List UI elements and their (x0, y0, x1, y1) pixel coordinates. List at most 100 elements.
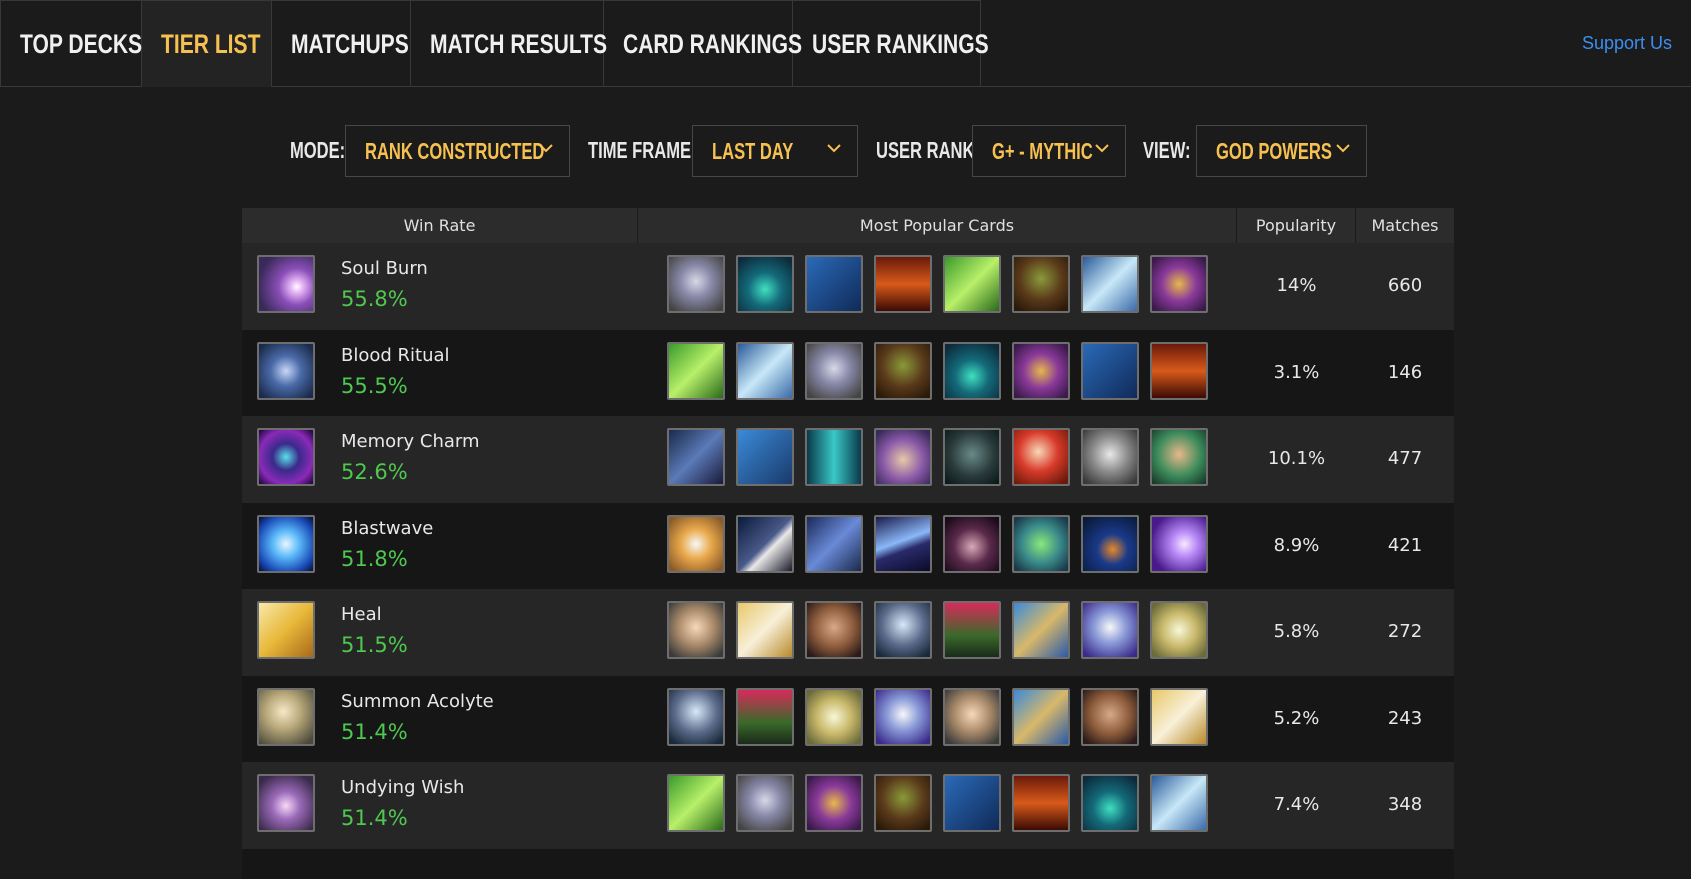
mode-select[interactable]: RANK CONSTRUCTED (345, 125, 570, 177)
tab-label: MATCHUPS (291, 28, 409, 59)
card-thumbnail[interactable] (736, 514, 794, 573)
card-thumbnail[interactable] (1012, 514, 1070, 573)
view-select[interactable]: GOD POWERS (1196, 125, 1367, 177)
card-thumbnail[interactable] (1150, 687, 1208, 746)
card-thumbnail[interactable] (874, 428, 932, 486)
card-thumbnail[interactable] (874, 774, 932, 832)
user-rank-label-text: USER RANK: (876, 137, 980, 163)
card-thumbnail[interactable] (943, 428, 1001, 486)
table-row[interactable]: Blastwave 51.8% 8.9% 421 (242, 502, 1454, 589)
deck-name[interactable]: Blood Ritual (341, 345, 450, 366)
tab-matchups[interactable]: MATCHUPS (271, 0, 411, 87)
tab-label: USER RANKINGS (812, 28, 989, 59)
tab-label: TIER LIST (161, 28, 261, 59)
card-thumbnail[interactable] (874, 514, 932, 573)
card-thumbnail[interactable] (1150, 514, 1208, 573)
table-row[interactable]: Soul Burn 55.8% 14% 660 (242, 243, 1454, 330)
card-thumbnail[interactable] (1081, 687, 1139, 746)
card-thumbnail[interactable] (667, 601, 725, 659)
card-thumbnail[interactable] (667, 341, 725, 400)
tab-tier-list[interactable]: TIER LIST (141, 0, 272, 87)
time-frame-select[interactable]: LAST DAY (692, 125, 858, 177)
card-thumbnail[interactable] (1081, 428, 1139, 486)
card-thumbnail[interactable] (736, 428, 794, 486)
card-thumbnail[interactable] (805, 774, 863, 832)
card-thumbnail[interactable] (1012, 428, 1070, 486)
deck-name[interactable]: Summon Acolyte (341, 691, 494, 712)
deck-name[interactable]: Undying Wish (341, 777, 464, 798)
header-popularity[interactable]: Popularity (1237, 208, 1356, 243)
tab-card-rankings[interactable]: CARD RANKINGS (603, 0, 802, 87)
deck-popularity: 14% (1276, 275, 1317, 296)
card-thumbnail[interactable] (943, 255, 1001, 313)
blastwave-icon (257, 514, 315, 573)
card-thumbnail[interactable] (736, 255, 794, 313)
deck-matches: 477 (1387, 448, 1423, 469)
card-thumbnail[interactable] (874, 255, 932, 313)
card-thumbnail[interactable] (805, 255, 863, 313)
deck-name[interactable]: Soul Burn (341, 258, 428, 279)
card-thumbnail[interactable] (1150, 428, 1208, 486)
card-thumbnail[interactable] (1012, 687, 1070, 746)
user-rank-select[interactable]: G+ - MYTHIC (972, 125, 1126, 177)
support-us-link[interactable]: Support Us (1582, 33, 1672, 54)
card-thumbnail[interactable] (874, 341, 932, 400)
card-thumbnail[interactable] (1012, 255, 1070, 313)
card-thumbnail[interactable] (943, 514, 1001, 573)
card-thumbnail[interactable] (1012, 601, 1070, 659)
card-thumbnail[interactable] (667, 514, 725, 573)
header-win-rate[interactable]: Win Rate (242, 208, 638, 243)
card-thumbnail[interactable] (1081, 601, 1139, 659)
card-thumbnail[interactable] (736, 601, 794, 659)
header-matches[interactable]: Matches (1356, 208, 1454, 243)
tab-match-results[interactable]: MATCH RESULTS (410, 0, 607, 87)
card-thumbnail[interactable] (805, 687, 863, 746)
deck-matches: 660 (1387, 275, 1423, 296)
table-row[interactable]: Undying Wish 51.4% 7.4% 348 (242, 762, 1454, 849)
table-row[interactable]: Blood Ritual 55.5% 3.1% 146 (242, 329, 1454, 416)
view-label-text: VIEW: (1143, 137, 1191, 163)
tab-top-decks[interactable]: TOP DECKS (0, 0, 142, 87)
card-thumbnail[interactable] (805, 514, 863, 573)
table-row[interactable]: Heal 51.5% 5.8% 272 (242, 589, 1454, 676)
card-thumbnail[interactable] (943, 687, 1001, 746)
card-list (667, 428, 1219, 486)
deck-name[interactable]: Heal (341, 604, 382, 625)
deck-name[interactable]: Memory Charm (341, 431, 480, 452)
card-thumbnail[interactable] (1012, 341, 1070, 400)
card-thumbnail[interactable] (943, 601, 1001, 659)
card-thumbnail[interactable] (667, 428, 725, 486)
card-thumbnail[interactable] (736, 341, 794, 400)
card-thumbnail[interactable] (874, 601, 932, 659)
tab-user-rankings[interactable]: USER RANKINGS (792, 0, 989, 87)
card-thumbnail[interactable] (667, 687, 725, 746)
deck-win-rate: 51.8% (341, 546, 408, 571)
card-thumbnail[interactable] (736, 687, 794, 746)
card-thumbnail[interactable] (943, 774, 1001, 832)
table-row[interactable]: Memory Charm 52.6% 10.1% 477 (242, 416, 1454, 503)
card-thumbnail[interactable] (1150, 774, 1208, 832)
card-thumbnail[interactable] (736, 774, 794, 832)
card-thumbnail[interactable] (1081, 255, 1139, 313)
chevron-down-icon (1095, 144, 1109, 153)
chevron-down-icon (539, 144, 553, 153)
card-thumbnail[interactable] (805, 428, 863, 486)
card-thumbnail[interactable] (1150, 601, 1208, 659)
card-thumbnail[interactable] (1081, 341, 1139, 400)
card-thumbnail[interactable] (1081, 514, 1139, 573)
card-thumbnail[interactable] (1081, 774, 1139, 832)
deck-name[interactable]: Blastwave (341, 518, 433, 539)
card-thumbnail[interactable] (805, 601, 863, 659)
card-thumbnail[interactable] (1012, 774, 1070, 832)
card-thumbnail[interactable] (667, 255, 725, 313)
card-thumbnail[interactable] (667, 774, 725, 832)
card-thumbnail[interactable] (1150, 255, 1208, 313)
chevron-down-icon (1336, 144, 1350, 153)
card-thumbnail[interactable] (805, 341, 863, 400)
card-thumbnail[interactable] (1150, 341, 1208, 400)
table-row[interactable] (242, 848, 1454, 879)
card-thumbnail[interactable] (943, 341, 1001, 400)
card-thumbnail[interactable] (874, 687, 932, 746)
deck-popularity: 10.1% (1267, 448, 1326, 469)
table-row[interactable]: Summon Acolyte 51.4% 5.2% 243 (242, 675, 1454, 762)
